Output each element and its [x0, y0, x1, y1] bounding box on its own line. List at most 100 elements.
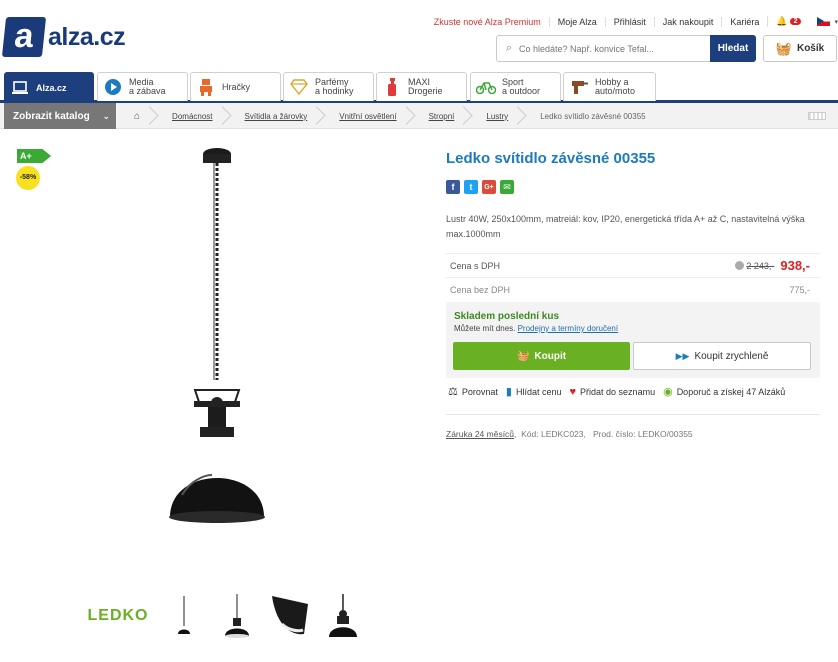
- bicycle-icon: [476, 77, 496, 97]
- tab-hobby[interactable]: Hobby a auto/moto: [563, 72, 656, 101]
- scales-icon: ⚖: [448, 386, 458, 398]
- quick-buy-label: Koupit zrychleně: [694, 350, 769, 362]
- play-icon: [103, 77, 123, 97]
- google-plus-icon[interactable]: G+: [482, 180, 496, 194]
- bar-chart-icon: ▮: [505, 386, 512, 398]
- logo-mark: a: [1, 17, 47, 57]
- product-code: Kód: LEDKC023,: [521, 429, 586, 439]
- product-actions: ⚖ Porovnat ▮ Hlídat cenu ♥ Přidat do sez…: [448, 385, 793, 399]
- cart-label: Košík: [796, 43, 825, 54]
- fast-forward-icon: ▶▶: [675, 350, 690, 361]
- compare-action[interactable]: ⚖ Porovnat: [448, 385, 498, 398]
- top-bar: Zkuste nové Alza Premium Moje Alza Přihl…: [0, 0, 838, 38]
- tab-label: Hračky: [222, 81, 251, 92]
- stock-box: Skladem poslední kus Můžete mít dnes. Pr…: [446, 302, 820, 378]
- product-description: Lustr 40W, 250x100mm, matreiál: kov, IP2…: [446, 214, 805, 239]
- breadcrumb-home[interactable]: ⌂: [122, 103, 160, 129]
- watch-price-action[interactable]: ▮ Hlídat cenu: [506, 385, 562, 398]
- thumbnail-1[interactable]: [160, 592, 208, 640]
- buy-label: Koupit: [534, 350, 567, 362]
- buy-button[interactable]: 🧺 Koupit: [453, 342, 630, 370]
- tab-sport[interactable]: Sport a outdoor: [470, 72, 561, 101]
- cart-button[interactable]: 🧺 Košík: [763, 35, 837, 62]
- alza-logo[interactable]: a alza.cz: [1, 17, 126, 57]
- category-tabs: Alza.cz Media a zábava Hračky Parfémy a ho…: [0, 72, 838, 103]
- price-novat: 775,-: [789, 284, 810, 295]
- quick-buy-button[interactable]: ▶▶ Koupit zrychleně: [633, 342, 811, 370]
- email-icon[interactable]: ✉: [500, 180, 514, 194]
- thumbnail-4[interactable]: [319, 592, 367, 640]
- tab-label: auto/moto: [595, 86, 636, 96]
- basket-icon: 🧺: [775, 40, 792, 56]
- link-how-to-buy[interactable]: Jak nakoupit: [653, 16, 722, 27]
- link-premium[interactable]: Zkuste nové Alza Premium: [426, 17, 549, 27]
- laptop-icon: [10, 78, 30, 98]
- chevron-down-icon: ⌄: [102, 110, 110, 121]
- thumbnail-brand-logo[interactable]: LEDKO: [88, 592, 148, 640]
- tab-label: a outdoor: [502, 86, 541, 96]
- tab-label: Drogerie: [408, 86, 443, 96]
- link-login[interactable]: Přihlásit: [604, 16, 654, 27]
- divider: [446, 414, 820, 415]
- info-icon[interactable]: [735, 261, 745, 270]
- bell-icon: 🔔: [776, 16, 788, 26]
- discount-badge: -58%: [16, 166, 40, 190]
- action-label: Hlídat cenu: [515, 386, 562, 397]
- share-buttons: f t G+ ✉: [446, 180, 518, 194]
- twitter-icon[interactable]: t: [464, 180, 478, 194]
- add-to-list-action[interactable]: ♥ Přidat do seznamu: [570, 386, 656, 398]
- tab-label: a hodinky: [315, 86, 354, 96]
- search-input[interactable]: [519, 43, 710, 54]
- action-label: Porovnat: [461, 386, 498, 397]
- link-career[interactable]: Kariéra: [721, 16, 767, 27]
- tab-toys[interactable]: Hračky: [190, 72, 281, 101]
- breadcrumb-item[interactable]: Lustry: [474, 103, 528, 129]
- tab-drugstore[interactable]: MAXI Drogerie: [376, 72, 467, 101]
- product-image[interactable]: [150, 145, 290, 537]
- search-icon: ⌕: [505, 42, 513, 54]
- drill-icon: [569, 77, 589, 97]
- thumbnail-strip: LEDKO: [88, 592, 372, 640]
- czech-flag-icon[interactable]: [817, 17, 831, 26]
- stock-subtext: Můžete mít dnes. Prodejny a termíny doru…: [454, 324, 618, 333]
- stock-availability: Můžete mít dnes.: [454, 324, 516, 333]
- action-label: Přidat do seznamu: [580, 386, 656, 397]
- old-price: 2 243,-: [746, 260, 775, 271]
- diamond-icon: [289, 77, 309, 97]
- search-button[interactable]: Hledat: [710, 35, 756, 62]
- chevron-down-icon[interactable]: ▾: [834, 18, 838, 26]
- logo-text: alza.cz: [48, 22, 126, 51]
- show-catalog-button[interactable]: Zobrazit katalog ⌄: [4, 103, 116, 129]
- notification-badge: 2: [789, 18, 802, 25]
- breadcrumb-bar: Zobrazit katalog ⌄ ⌂ Domácnost Svítidla …: [0, 103, 838, 129]
- price-vat-label: Cena s DPH: [450, 260, 501, 271]
- recommend-action[interactable]: ◉ Doporuč a získej 47 Alzáků: [663, 385, 785, 398]
- manufacturer-code: Prod. číslo: LEDKO/00355: [592, 429, 693, 439]
- product-title: Ledko svítidlo závěsné 00355: [446, 150, 656, 167]
- search-box: ⌕ Hledat: [496, 35, 756, 62]
- breadcrumb-item[interactable]: Stropní: [417, 103, 475, 129]
- delivery-link[interactable]: Prodejny a termíny doručení: [518, 324, 619, 333]
- notifications-button[interactable]: 🔔 2: [767, 16, 809, 27]
- tab-alza[interactable]: Alza.cz: [4, 72, 94, 103]
- price-novat-label: Cena bez DPH: [450, 284, 511, 295]
- product-meta: Záruka 24 měsíců, Kód: LEDKC023, Prod. č…: [446, 429, 693, 439]
- brand-logo: LEDKO: [87, 607, 149, 624]
- link-my-alza[interactable]: Moje Alza: [548, 16, 605, 27]
- breadcrumb-item[interactable]: Svítidla a žárovky: [233, 103, 328, 129]
- breadcrumb-current: Ledko svítidlo závěsné 00355: [540, 111, 646, 121]
- breadcrumb-item[interactable]: Vnitřní osvětlení: [327, 103, 416, 129]
- basket-icon: 🧺: [516, 350, 530, 362]
- tab-perfumes[interactable]: Parfémy a hodinky: [283, 72, 374, 101]
- facebook-icon[interactable]: f: [446, 180, 460, 194]
- barcode-icon[interactable]: [808, 112, 826, 120]
- breadcrumb-item[interactable]: Domácnost: [160, 103, 232, 129]
- thumbnail-2[interactable]: [213, 592, 261, 640]
- current-price: 938,-: [780, 258, 810, 273]
- tab-media[interactable]: Media a zábava: [97, 72, 188, 101]
- warranty-link[interactable]: Záruka 24 měsíců: [446, 429, 514, 439]
- thumbnail-3[interactable]: [266, 592, 314, 640]
- top-links: Zkuste nové Alza Premium Moje Alza Přihl…: [426, 16, 838, 27]
- breadcrumb: ⌂ Domácnost Svítidla a žárovky Vnitřní o…: [122, 103, 666, 129]
- price-without-vat-row: Cena bez DPH 775,-: [446, 277, 820, 301]
